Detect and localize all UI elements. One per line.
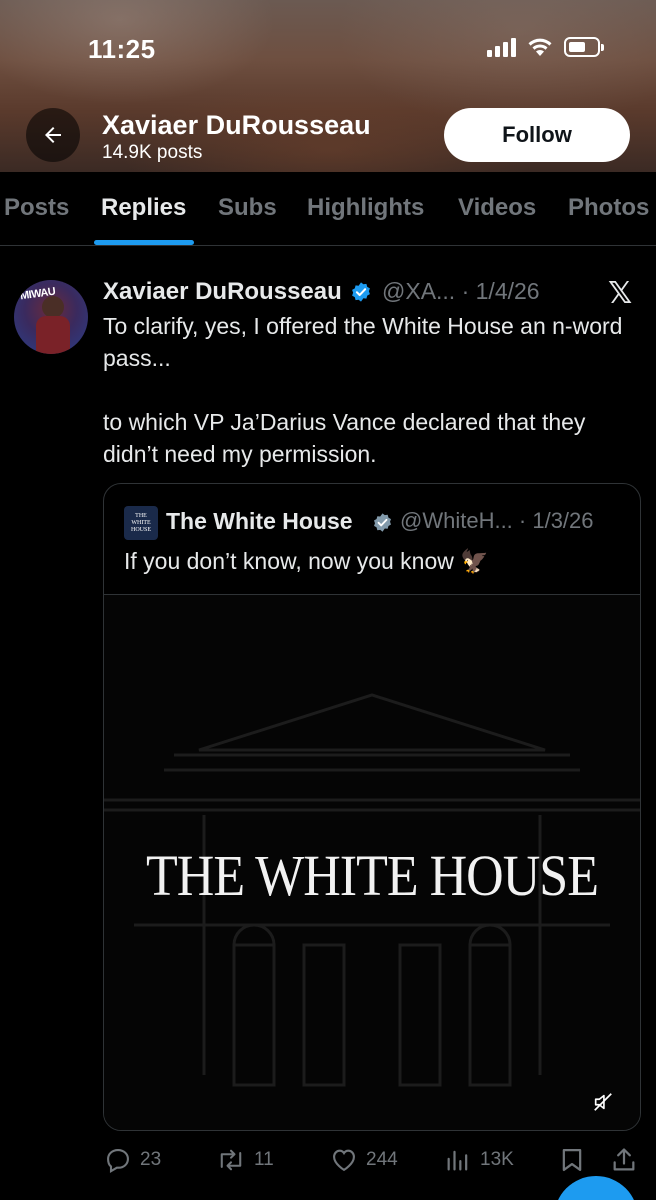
- avatar[interactable]: MIWAU: [14, 280, 88, 354]
- share-icon: [613, 1148, 635, 1171]
- active-tab-indicator: [94, 240, 194, 245]
- mute-icon[interactable]: [592, 1091, 614, 1113]
- repost-button[interactable]: 11: [216, 1146, 274, 1174]
- header-post-count: 14.9K posts: [102, 142, 203, 163]
- tab-highlights[interactable]: Highlights: [307, 194, 424, 222]
- verified-badge-icon: [374, 513, 391, 532]
- like-button[interactable]: 244: [330, 1146, 398, 1174]
- profile-header: 11:25 Xaviaer DuRousseau 14.9K posts Fol…: [0, 0, 656, 172]
- tweet-paragraph-2: to which VP Ja’Darius Vance declared tha…: [103, 409, 586, 467]
- like-icon: [333, 1149, 355, 1172]
- wifi-icon: [528, 38, 552, 56]
- tab-photos[interactable]: Photos: [568, 194, 649, 222]
- quoted-text: If you don’t know, now you know 🦅: [124, 548, 489, 574]
- quoted-tweet[interactable]: THE WHITE HOUSE The White House @WhiteH.…: [103, 483, 641, 1131]
- tweet-paragraph-1: To clarify, yes, I offered the White Hou…: [103, 313, 623, 371]
- tab-posts[interactable]: Posts: [4, 194, 69, 222]
- white-house-logo: THE WHITE HOUSE: [124, 506, 158, 540]
- bookmark-icon: [562, 1148, 582, 1172]
- views-icon: [447, 1150, 468, 1171]
- tab-videos[interactable]: Videos: [458, 194, 536, 222]
- battery-icon: [564, 37, 604, 57]
- tab-subs[interactable]: Subs: [218, 194, 277, 222]
- follow-button[interactable]: Follow: [444, 108, 630, 162]
- verified-badge-icon: [352, 282, 370, 302]
- tweet-author-name[interactable]: Xaviaer DuRousseau: [103, 278, 342, 306]
- x-logo-icon[interactable]: 𝕏: [608, 276, 632, 311]
- tweet-handle-date: @XA... · 1/4/26: [382, 278, 540, 304]
- tweet-action-bar: 23 11 244 13K: [0, 1140, 656, 1180]
- back-button[interactable]: [26, 108, 80, 162]
- header-profile-name: Xaviaer DuRousseau: [102, 110, 371, 140]
- bookmark-button[interactable]: [558, 1146, 586, 1174]
- quoted-video[interactable]: THE WHITE HOUSE: [104, 594, 640, 1130]
- repost-icon: [220, 1149, 242, 1171]
- status-time: 11:25: [88, 34, 156, 64]
- profile-tabs: Posts Replies Subs Highlights Videos Pho…: [0, 172, 656, 246]
- back-arrow-icon: [45, 127, 61, 143]
- eagle-emoji: 🦅: [460, 548, 489, 574]
- video-title-text: THE WHITE HOUSE: [146, 844, 599, 909]
- signal-icon: [487, 37, 516, 57]
- tab-replies[interactable]: Replies: [101, 194, 186, 222]
- share-button[interactable]: [610, 1146, 638, 1174]
- views-button[interactable]: 13K: [444, 1146, 514, 1174]
- reply-icon: [107, 1149, 129, 1174]
- quoted-handle-date: @WhiteH... · 1/3/26: [400, 508, 594, 533]
- quoted-author-name: The White House: [166, 508, 353, 534]
- status-icons: [487, 36, 604, 58]
- reply-button[interactable]: 23: [104, 1146, 161, 1174]
- tweet-text: To clarify, yes, I offered the White Hou…: [103, 310, 643, 470]
